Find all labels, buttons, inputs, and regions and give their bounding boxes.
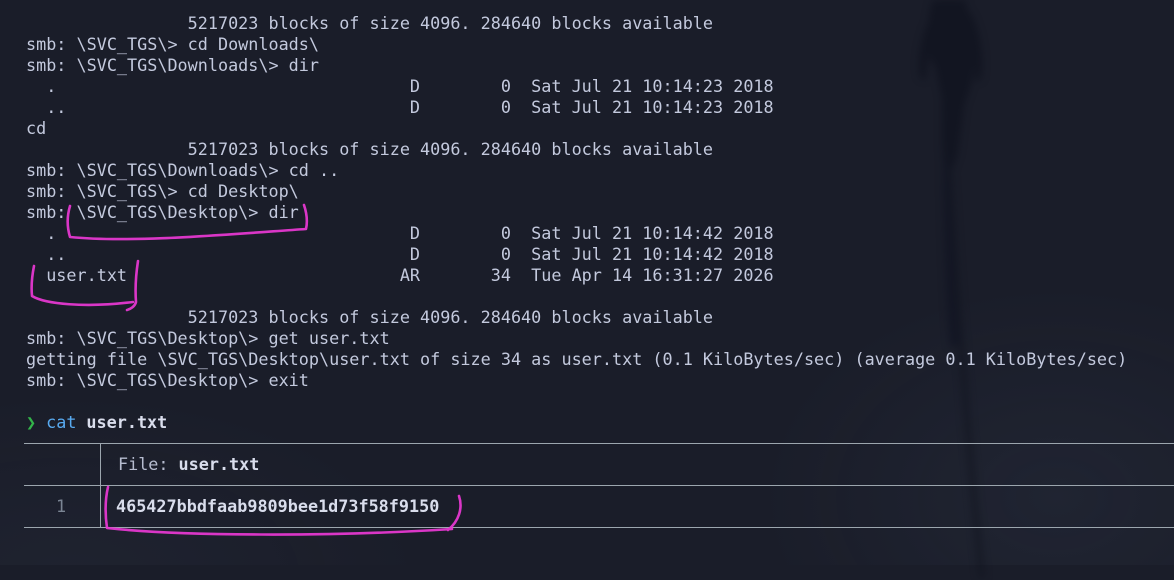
divider-line-top [24, 433, 1174, 454]
terminal-line: smb: \SVC_TGS\Desktop\> get user.txt [26, 328, 390, 348]
terminal-line: smb: \SVC_TGS\Downloads\> cd .. [26, 160, 340, 180]
file-name: user.txt [178, 454, 260, 474]
shell-prompt-line: ❯ cat user.txt [26, 412, 1174, 433]
terminal-line: smb: \SVC_TGS\Desktop\> exit [26, 370, 309, 390]
terminal-line: .. D 0 Sat Jul 21 10:14:23 2018 [26, 97, 774, 117]
terminal-line: 5217023 blocks of size 4096. 284640 bloc… [26, 13, 714, 33]
terminal-line: smb: \SVC_TGS\> cd Desktop\ [26, 181, 299, 201]
file-content-row: 1 465427bbdfaab9809bee1d73f58f9150 [26, 496, 1174, 517]
line-number: 1 [56, 496, 67, 516]
terminal-screen[interactable]: 5217023 blocks of size 4096. 284640 bloc… [0, 0, 1174, 579]
terminal-line: smb: \SVC_TGS\> cd Downloads\ [26, 34, 319, 54]
file-header-row: File: user.txt [26, 454, 1174, 475]
divider-line-middle [24, 475, 1174, 496]
divider-line-bottom [24, 517, 1174, 538]
terminal-line: .. D 0 Sat Jul 21 10:14:42 2018 [26, 244, 774, 264]
command-argument: user.txt [86, 412, 168, 432]
file-label: File: [118, 454, 169, 474]
terminal-line: smb: \SVC_TGS\Desktop\> dir [26, 202, 299, 222]
terminal-line: user.txt AR 34 Tue Apr 14 16:31:27 2026 [26, 265, 774, 285]
terminal-output: 5217023 blocks of size 4096. 284640 bloc… [0, 0, 1174, 565]
terminal-line: . D 0 Sat Jul 21 10:14:23 2018 [26, 76, 774, 96]
terminal-line: getting file \SVC_TGS\Desktop\user.txt o… [26, 349, 1128, 369]
prompt-arrow-icon: ❯ [26, 412, 37, 432]
terminal-line: . D 0 Sat Jul 21 10:14:42 2018 [26, 223, 774, 243]
terminal-line: 5217023 blocks of size 4096. 284640 bloc… [26, 307, 714, 327]
terminal-line: 5217023 blocks of size 4096. 284640 bloc… [26, 139, 714, 159]
terminal-line: smb: \SVC_TGS\Downloads\> dir [26, 55, 319, 75]
command-text: cat [46, 412, 77, 432]
file-content-hash: 465427bbdfaab9809bee1d73f58f9150 [116, 496, 440, 516]
terminal-line: cd [26, 118, 47, 138]
